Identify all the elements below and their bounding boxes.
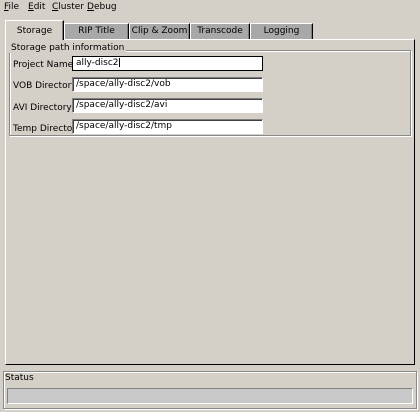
menu-debug-label: ebug <box>93 2 117 12</box>
vob-directory-label: VOB Directory <box>13 81 77 91</box>
storage-group-title: Storage path information <box>9 43 127 53</box>
vob-directory-value: /space/ally-disc2/vob <box>76 79 171 89</box>
menu-file-label: ile <box>8 2 20 12</box>
avi-directory-label: AVI Directory <box>13 103 72 113</box>
avi-directory-field[interactable]: /space/ally-disc2/avi <box>72 98 263 113</box>
menu-cluster[interactable]: Cluster <box>52 2 84 12</box>
menu-debug-mnemonic: D <box>87 2 94 12</box>
text-caret <box>118 58 120 67</box>
tab-logging[interactable]: Logging <box>250 23 313 39</box>
status-title: Status <box>5 373 34 383</box>
menu-bar: File Edit Cluster Debug <box>0 0 420 14</box>
temp-directory-field[interactable]: /space/ally-disc2/tmp <box>72 119 263 134</box>
tab-transcode[interactable]: Transcode <box>190 23 250 39</box>
notebook-tabs: Storage RIP Title Clip & Zoom Transcode … <box>5 20 415 40</box>
tab-rip-title[interactable]: RIP Title <box>64 23 129 39</box>
status-bar <box>7 388 413 404</box>
menu-edit[interactable]: Edit <box>28 2 45 12</box>
project-name-field[interactable]: ally-disc2 <box>72 56 263 71</box>
avi-directory-value: /space/ally-disc2/avi <box>76 100 168 110</box>
project-name-label: Project Name <box>13 60 74 70</box>
menu-debug[interactable]: Debug <box>87 2 117 12</box>
vob-directory-field[interactable]: /space/ally-disc2/vob <box>72 77 263 92</box>
project-name-value: ally-disc2 <box>76 58 119 68</box>
storage-panel: Storage path information Project Name al… <box>5 39 415 365</box>
tab-storage[interactable]: Storage <box>5 20 64 40</box>
tab-clip-zoom[interactable]: Clip & Zoom <box>129 23 190 39</box>
temp-directory-value: /space/ally-disc2/tmp <box>76 121 173 131</box>
menu-file[interactable]: File <box>4 2 19 12</box>
menu-cluster-label: luster <box>58 2 84 12</box>
menu-edit-label: dit <box>33 2 46 12</box>
